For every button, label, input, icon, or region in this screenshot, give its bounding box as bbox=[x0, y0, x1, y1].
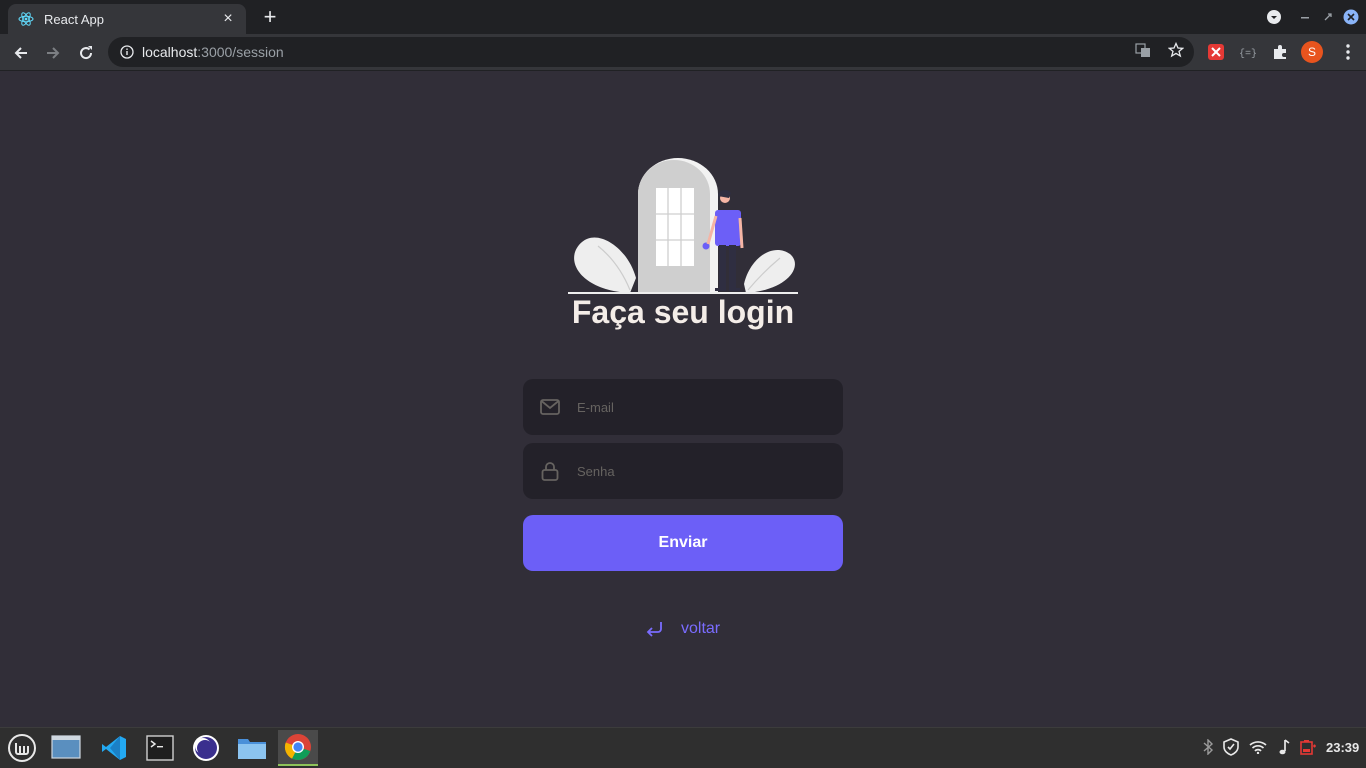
browser-tab[interactable]: React App × bbox=[8, 4, 246, 34]
tab-search-icon[interactable] bbox=[1265, 8, 1283, 26]
back-link-label: voltar bbox=[681, 620, 721, 637]
terminal-icon[interactable] bbox=[140, 730, 180, 766]
tab-title: React App bbox=[44, 11, 104, 27]
react-icon bbox=[18, 11, 34, 27]
translate-icon[interactable] bbox=[1134, 41, 1152, 59]
session-page: Faça seu login Enviar voltar bbox=[0, 72, 1366, 727]
email-input[interactable] bbox=[577, 399, 817, 415]
door-illustration bbox=[568, 158, 798, 294]
site-info-icon[interactable] bbox=[120, 45, 134, 59]
back-arrow-icon[interactable] bbox=[8, 40, 34, 66]
maximize-icon[interactable] bbox=[1319, 8, 1337, 26]
password-field[interactable] bbox=[523, 443, 843, 499]
eclipse-icon[interactable] bbox=[186, 730, 226, 766]
forward-arrow-icon[interactable] bbox=[40, 40, 66, 66]
url-host: localhost bbox=[142, 44, 198, 60]
browser-toolbar: localhost :3000/session {=} S bbox=[0, 34, 1366, 71]
password-input[interactable] bbox=[577, 463, 817, 479]
desktop-icon[interactable] bbox=[46, 730, 86, 766]
extensions-puzzle-icon[interactable] bbox=[1270, 42, 1290, 62]
extension-red-icon[interactable] bbox=[1206, 42, 1226, 62]
minimize-icon[interactable] bbox=[1296, 8, 1314, 26]
more-vert-icon[interactable] bbox=[1338, 42, 1358, 62]
reload-icon[interactable] bbox=[73, 40, 99, 66]
email-field[interactable] bbox=[523, 379, 843, 435]
window-close-icon[interactable] bbox=[1342, 8, 1360, 26]
new-tab-button[interactable]: + bbox=[258, 6, 282, 30]
clock[interactable]: 23:39 bbox=[1326, 740, 1359, 755]
music-note-icon[interactable] bbox=[1275, 738, 1293, 756]
files-folder-icon[interactable] bbox=[232, 730, 272, 766]
address-bar[interactable]: localhost :3000/session bbox=[108, 37, 1194, 67]
submit-button[interactable]: Enviar bbox=[523, 515, 843, 571]
chrome-icon[interactable] bbox=[278, 730, 318, 766]
browser-tabstrip: React App × + bbox=[0, 0, 1366, 34]
lock-icon bbox=[539, 460, 561, 482]
tab-close-button[interactable]: × bbox=[220, 11, 236, 27]
taskbar: 23:39 bbox=[0, 727, 1366, 768]
url-path: :3000/session bbox=[197, 44, 284, 60]
profile-avatar[interactable]: S bbox=[1301, 41, 1323, 63]
svg-text:{=}: {=} bbox=[1239, 48, 1257, 60]
mail-icon bbox=[539, 396, 561, 418]
vscode-icon[interactable] bbox=[94, 730, 134, 766]
shield-icon[interactable] bbox=[1222, 738, 1240, 756]
corner-down-left-icon bbox=[645, 619, 665, 639]
page-title: Faça seu login bbox=[571, 294, 795, 330]
battery-icon[interactable] bbox=[1299, 738, 1317, 756]
back-link[interactable]: voltar bbox=[645, 617, 720, 641]
bluetooth-icon[interactable] bbox=[1199, 738, 1217, 756]
mint-menu-icon[interactable] bbox=[2, 730, 42, 766]
extension-brackets-icon[interactable]: {=} bbox=[1238, 42, 1258, 62]
wifi-icon[interactable] bbox=[1249, 738, 1267, 756]
bookmark-star-icon[interactable] bbox=[1167, 41, 1185, 59]
